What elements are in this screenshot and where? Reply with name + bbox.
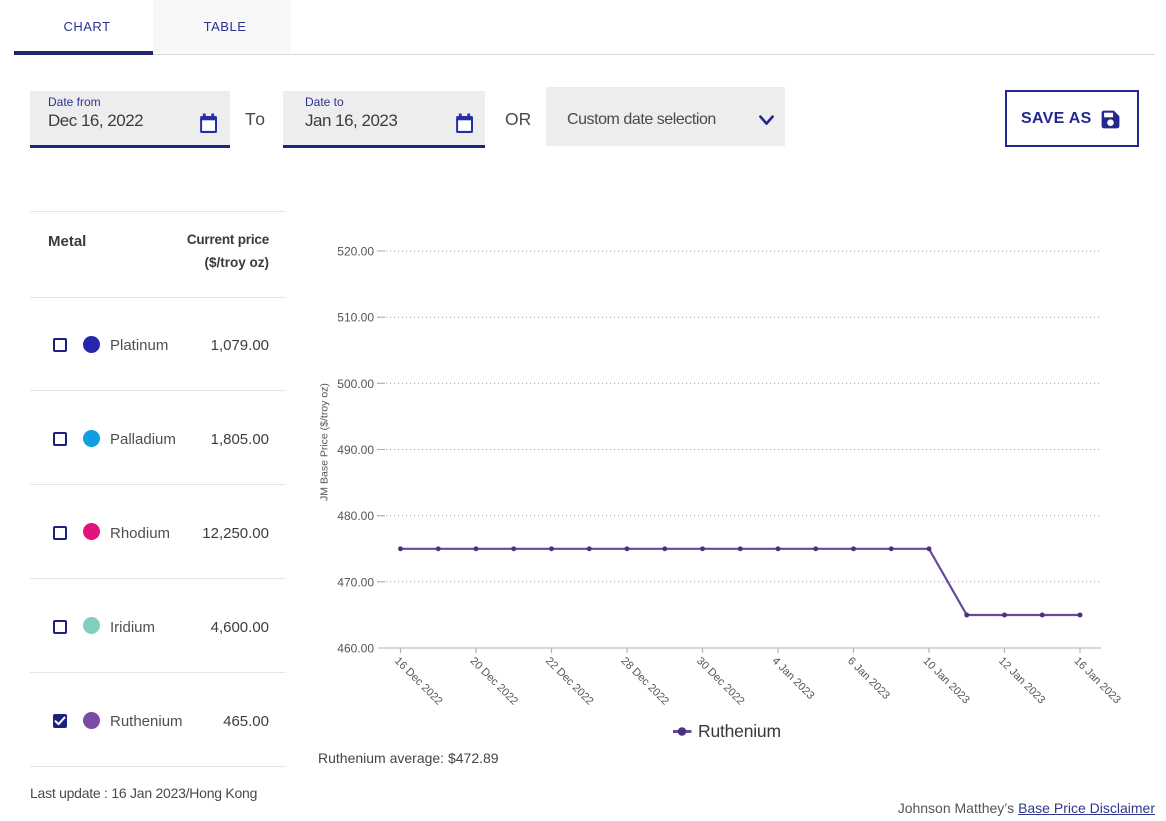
svg-text:16 Jan 2023: 16 Jan 2023 [1072,655,1123,706]
svg-text:520.00: 520.00 [337,245,374,259]
svg-text:10 Jan 2023: 10 Jan 2023 [921,655,972,706]
svg-text:28 Dec 2022: 28 Dec 2022 [619,655,672,708]
svg-text:470.00: 470.00 [337,575,374,589]
svg-text:12 Jan 2023: 12 Jan 2023 [996,655,1047,706]
svg-text:30 Dec 2022: 30 Dec 2022 [694,655,747,708]
svg-text:4 Jan 2023: 4 Jan 2023 [770,655,817,702]
svg-text:16 Dec 2022: 16 Dec 2022 [392,655,445,708]
svg-text:20 Dec 2022: 20 Dec 2022 [468,655,521,708]
svg-text:460.00: 460.00 [337,642,374,656]
svg-text:510.00: 510.00 [337,311,374,325]
svg-text:JM Base Price ($/troy oz): JM Base Price ($/troy oz) [319,383,331,501]
svg-text:480.00: 480.00 [337,509,374,523]
svg-text:500.00: 500.00 [337,377,374,391]
svg-text:22 Dec 2022: 22 Dec 2022 [543,655,596,708]
svg-text:490.00: 490.00 [337,443,374,457]
svg-text:6 Jan 2023: 6 Jan 2023 [845,655,892,702]
